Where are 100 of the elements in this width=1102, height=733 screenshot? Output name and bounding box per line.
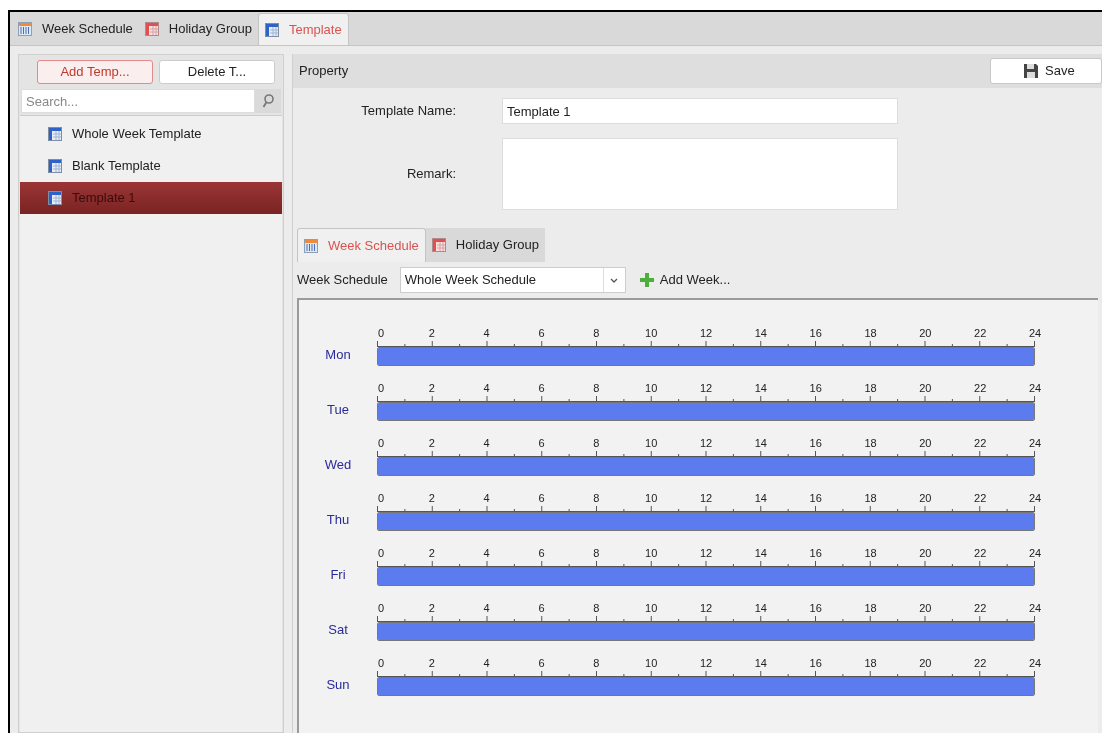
hour-label: 10 bbox=[645, 327, 658, 339]
hour-label: 12 bbox=[699, 327, 713, 339]
day-label: Sun bbox=[325, 675, 351, 694]
hour-label: 10 bbox=[645, 547, 658, 559]
hour-label: 22 bbox=[974, 602, 987, 614]
hour-label: 24 bbox=[1028, 492, 1042, 504]
plus-icon bbox=[639, 273, 654, 287]
schedule-bar[interactable] bbox=[378, 678, 1034, 695]
hour-label: 24 bbox=[1028, 602, 1042, 614]
add-week-button[interactable]: Add Week... bbox=[637, 270, 731, 290]
calendar-grid-icon bbox=[144, 22, 159, 36]
schedule-bar[interactable] bbox=[378, 403, 1034, 420]
tab[interactable]: Week Schedule bbox=[297, 228, 426, 262]
hour-label: 10 bbox=[645, 382, 658, 394]
hour-label: 18 bbox=[864, 437, 877, 449]
search-button[interactable] bbox=[255, 89, 281, 113]
schedule-bar[interactable] bbox=[378, 348, 1034, 365]
hour-label: 0 bbox=[377, 327, 385, 339]
schedule-bar[interactable] bbox=[378, 458, 1034, 475]
hour-label: 22 bbox=[974, 382, 987, 394]
hour-label: 10 bbox=[645, 602, 658, 614]
hour-label: 16 bbox=[809, 382, 822, 394]
hour-label: 4 bbox=[483, 602, 490, 614]
week-schedule-label: Week Schedule bbox=[297, 271, 388, 290]
tab[interactable]: Holiday Group bbox=[425, 228, 545, 262]
hour-label: 18 bbox=[864, 547, 877, 559]
table-icon bbox=[264, 22, 279, 37]
hour-label: 0 bbox=[377, 657, 385, 669]
hour-label: 6 bbox=[538, 602, 545, 614]
hour-label: 2 bbox=[428, 382, 435, 394]
hour-label: 2 bbox=[428, 602, 435, 614]
hour-label: 12 bbox=[699, 657, 713, 669]
template-name-field[interactable]: Template 1 bbox=[502, 98, 898, 124]
save-button[interactable]: Save bbox=[990, 58, 1102, 84]
hour-label: 12 bbox=[699, 602, 713, 614]
hour-label: 12 bbox=[699, 492, 713, 504]
hour-label: 0 bbox=[377, 492, 385, 504]
toolbar-button[interactable]: Add Temp... bbox=[37, 60, 153, 84]
hour-label: 4 bbox=[483, 657, 490, 669]
hour-label: 0 bbox=[377, 382, 385, 394]
schedule-bar[interactable] bbox=[378, 513, 1034, 530]
calendar-icon bbox=[304, 238, 318, 253]
hour-label: 20 bbox=[919, 492, 932, 504]
hour-label: 8 bbox=[593, 657, 600, 669]
template-list-item[interactable]: Whole Week Template bbox=[20, 118, 282, 150]
field-label: Template Name: bbox=[360, 102, 456, 121]
hour-label: 24 bbox=[1028, 382, 1042, 394]
hour-label: 8 bbox=[593, 602, 600, 614]
hour-label: 24 bbox=[1028, 657, 1042, 669]
hour-label: 22 bbox=[974, 327, 987, 339]
hour-label: 8 bbox=[593, 547, 600, 559]
hour-label: 22 bbox=[974, 492, 987, 504]
hour-label: 20 bbox=[919, 602, 932, 614]
table-icon bbox=[48, 159, 62, 173]
hour-label: 16 bbox=[809, 547, 822, 559]
hour-label: 18 bbox=[864, 657, 877, 669]
toolbar-button[interactable]: Delete T... bbox=[159, 60, 275, 84]
search-icon bbox=[262, 94, 274, 108]
hour-label: 4 bbox=[483, 547, 490, 559]
schedule-bar[interactable] bbox=[378, 568, 1034, 585]
day-label: Tue bbox=[326, 400, 350, 419]
hour-label: 18 bbox=[864, 602, 877, 614]
template-list-item[interactable]: Blank Template bbox=[20, 150, 282, 182]
hour-label: 16 bbox=[809, 437, 822, 449]
hour-label: 16 bbox=[809, 327, 822, 339]
hour-label: 4 bbox=[483, 437, 490, 449]
hour-label: 0 bbox=[377, 437, 385, 449]
hour-label: 10 bbox=[645, 492, 658, 504]
schedule-bar[interactable] bbox=[378, 623, 1034, 640]
hour-label: 24 bbox=[1028, 547, 1042, 559]
hour-label: 4 bbox=[483, 492, 490, 504]
hour-label: 6 bbox=[538, 437, 545, 449]
search-field[interactable]: Search... bbox=[21, 89, 255, 113]
hour-label: 18 bbox=[864, 382, 877, 394]
day-label: Mon bbox=[324, 345, 352, 364]
hour-label: 14 bbox=[754, 492, 767, 504]
day-label: Wed bbox=[323, 455, 353, 474]
hour-label: 8 bbox=[593, 437, 600, 449]
hour-label: 0 bbox=[377, 547, 385, 559]
day-label: Fri bbox=[329, 565, 347, 584]
tab[interactable]: Template bbox=[257, 13, 349, 45]
hour-label: 14 bbox=[754, 437, 767, 449]
hour-label: 10 bbox=[645, 437, 658, 449]
hour-label: 16 bbox=[809, 492, 822, 504]
hour-label: 14 bbox=[754, 327, 767, 339]
remark-field[interactable] bbox=[502, 138, 898, 210]
week-schedule-dropdown[interactable]: Whole Week Schedule bbox=[399, 267, 626, 293]
hour-label: 16 bbox=[809, 657, 822, 669]
hour-label: 2 bbox=[428, 547, 435, 559]
day-label: Sat bbox=[327, 620, 349, 639]
hour-label: 2 bbox=[428, 437, 435, 449]
hour-label: 14 bbox=[754, 657, 767, 669]
hour-label: 14 bbox=[754, 547, 767, 559]
hour-label: 22 bbox=[974, 657, 987, 669]
hour-label: 12 bbox=[699, 547, 713, 559]
hour-label: 20 bbox=[919, 657, 932, 669]
hour-label: 24 bbox=[1028, 437, 1042, 449]
day-label: Thu bbox=[325, 510, 351, 529]
hour-label: 22 bbox=[974, 437, 987, 449]
property-title: Property bbox=[299, 62, 349, 81]
